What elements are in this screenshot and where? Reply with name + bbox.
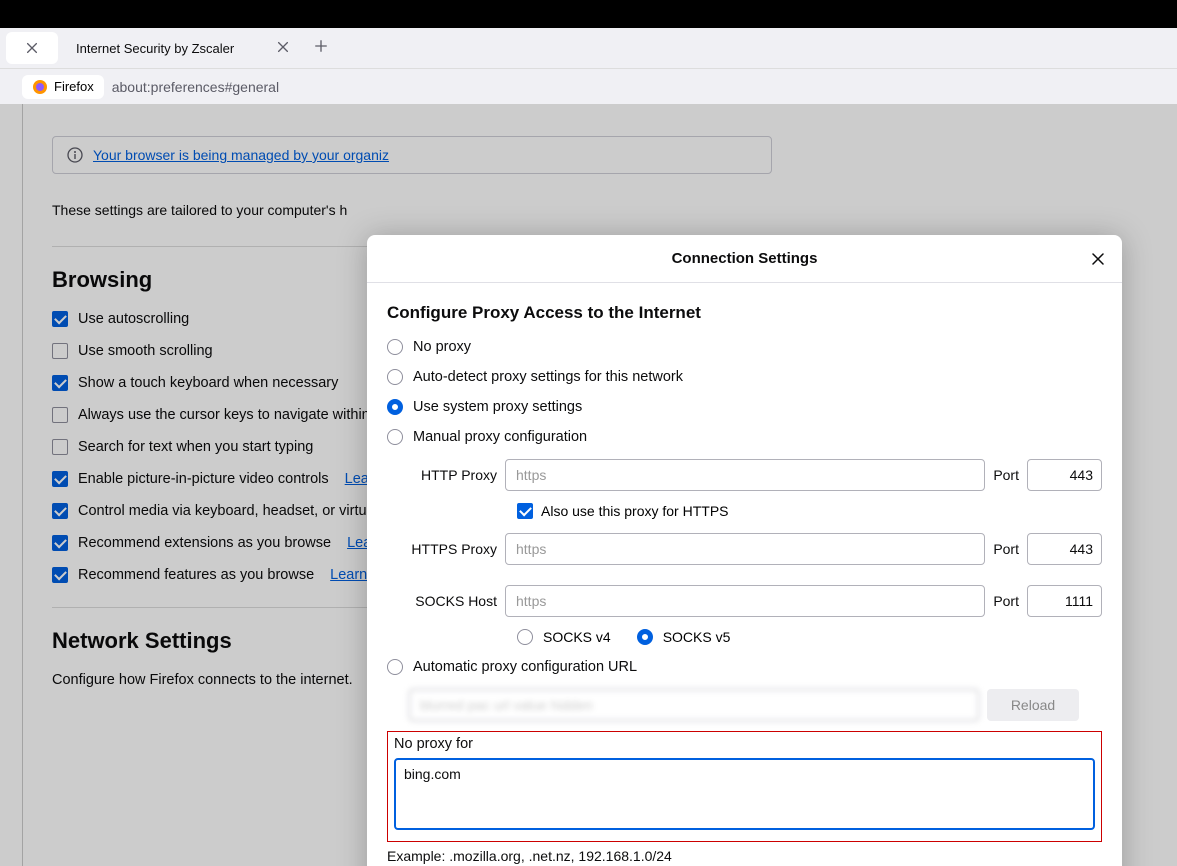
close-icon xyxy=(1090,251,1106,267)
checkbox-also-https[interactable]: Also use this proxy for HTTPS xyxy=(517,503,1102,519)
radio-no-proxy[interactable]: No proxy xyxy=(387,339,1102,355)
dialog-close-button[interactable] xyxy=(1086,247,1110,271)
no-proxy-highlight: No proxy for xyxy=(387,731,1102,842)
radio-pac-url[interactable]: Automatic proxy configuration URL xyxy=(387,659,1102,675)
no-proxy-for-textarea[interactable] xyxy=(394,758,1095,830)
https-port-input[interactable] xyxy=(1027,533,1102,565)
https-proxy-input[interactable] xyxy=(505,533,985,565)
tab-zscaler[interactable]: Internet Security by Zscaler xyxy=(66,32,300,64)
socks-host-label: SOCKS Host xyxy=(409,593,497,609)
no-proxy-example: Example: .mozilla.org, .net.nz, 192.168.… xyxy=(387,848,1102,864)
tab-close-button[interactable] xyxy=(276,40,290,57)
address-bar: Firefox about:preferences#general xyxy=(0,68,1177,104)
socks-v4-label: SOCKS v4 xyxy=(543,629,611,645)
http-proxy-input[interactable] xyxy=(505,459,985,491)
firefox-identity-chip[interactable]: Firefox xyxy=(22,75,104,99)
window-titlebar xyxy=(0,0,1177,28)
radio-label: Automatic proxy configuration URL xyxy=(413,659,637,675)
reload-button[interactable]: Reload xyxy=(987,689,1079,721)
checkbox-icon xyxy=(517,503,533,519)
http-port-input[interactable] xyxy=(1027,459,1102,491)
radio-socks-v5[interactable] xyxy=(637,629,653,645)
close-icon xyxy=(276,40,290,54)
checkbox-label: Also use this proxy for HTTPS xyxy=(541,503,729,519)
connection-settings-dialog: Connection Settings Configure Proxy Acce… xyxy=(367,235,1122,866)
dialog-title: Connection Settings xyxy=(672,250,818,267)
close-icon xyxy=(25,41,39,55)
radio-icon xyxy=(387,339,403,355)
radio-icon xyxy=(387,369,403,385)
port-label: Port xyxy=(993,467,1019,483)
socks-host-input[interactable] xyxy=(505,585,985,617)
dialog-header: Connection Settings xyxy=(367,235,1122,283)
firefox-icon xyxy=(32,79,48,95)
radio-icon xyxy=(387,659,403,675)
radio-system-proxy[interactable]: Use system proxy settings xyxy=(387,399,1102,415)
radio-autodetect[interactable]: Auto-detect proxy settings for this netw… xyxy=(387,369,1102,385)
https-proxy-label: HTTPS Proxy xyxy=(409,541,497,557)
radio-label: Manual proxy configuration xyxy=(413,429,587,445)
dialog-body[interactable]: Configure Proxy Access to the Internet N… xyxy=(367,283,1122,866)
port-label: Port xyxy=(993,541,1019,557)
preferences-page: Your browser is being managed by your or… xyxy=(0,104,1177,866)
socks-port-input[interactable] xyxy=(1027,585,1102,617)
plus-icon xyxy=(314,39,328,53)
tab-title: Internet Security by Zscaler xyxy=(76,41,234,56)
port-label: Port xyxy=(993,593,1019,609)
radio-label: Auto-detect proxy settings for this netw… xyxy=(413,369,683,385)
no-proxy-for-label: No proxy for xyxy=(394,736,1095,752)
radio-icon xyxy=(387,429,403,445)
socks-v5-label: SOCKS v5 xyxy=(663,629,731,645)
tab-strip: Internet Security by Zscaler xyxy=(0,28,1177,68)
pac-url-input[interactable] xyxy=(409,689,979,721)
new-tab-button[interactable] xyxy=(314,39,328,58)
address-text: about:preferences#general xyxy=(112,79,279,95)
radio-manual-proxy[interactable]: Manual proxy configuration xyxy=(387,429,1102,445)
radio-label: Use system proxy settings xyxy=(413,399,582,415)
http-proxy-label: HTTP Proxy xyxy=(409,467,497,483)
firefox-label: Firefox xyxy=(54,79,94,94)
radio-label: No proxy xyxy=(413,339,471,355)
radio-socks-v4[interactable] xyxy=(517,629,533,645)
tab-close-button-left[interactable] xyxy=(6,32,58,64)
radio-icon xyxy=(387,399,403,415)
proxy-heading: Configure Proxy Access to the Internet xyxy=(387,303,1102,323)
